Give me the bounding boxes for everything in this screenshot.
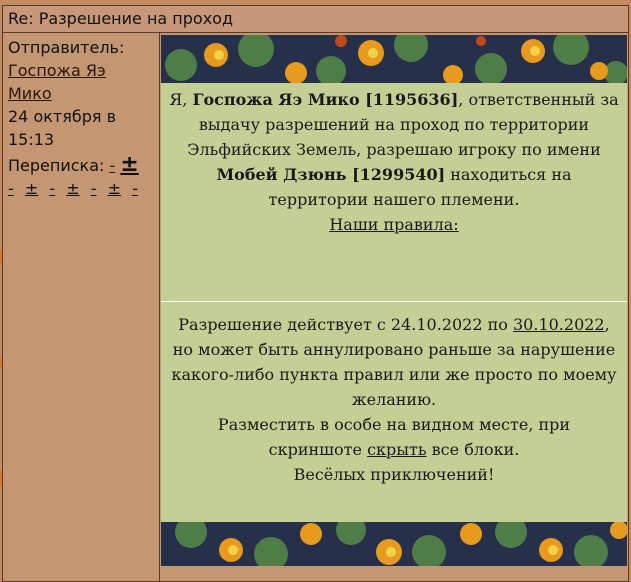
conversation-nav: - ± - ± - ± - (8, 177, 156, 200)
message-subject: Re: Разрешение на проход (3, 6, 628, 33)
flower-banner-top (161, 35, 627, 83)
conversation-label: Переписка: (8, 156, 105, 175)
message-date: 24 октября в 15:13 (8, 105, 156, 151)
conv-nav-link[interactable]: - (91, 179, 97, 198)
rules-link[interactable]: Наши правила: (167, 212, 621, 237)
conv-nav-link[interactable]: ± (25, 179, 38, 198)
hide-blocks-link[interactable]: скрыть (367, 440, 427, 459)
column-divider (159, 32, 160, 581)
player-name: Мобей Дзюнь [1299540] (216, 165, 446, 184)
message-card: Re: Разрешение на проход Отправитель: Го… (2, 5, 629, 582)
permit-validity-block: Разрешение действует с 24.10.2022 по 30.… (161, 302, 627, 522)
conversation-expand-link[interactable]: ± (120, 152, 138, 177)
date-line: 24 октября в (8, 107, 117, 126)
conversation-collapse-link[interactable]: - (109, 156, 115, 175)
message-sidebar: Отправитель: Госпожа Яэ Мико 24 октября … (8, 36, 156, 200)
sender-link[interactable]: Госпожа Яэ Мико (8, 59, 126, 105)
sender-label: Отправитель: (8, 38, 125, 57)
message-content: Я, Госпожа Яэ Мико [1195636], ответствен… (161, 35, 627, 579)
placement-text: все блоки. (426, 440, 520, 459)
permit-paragraph: Я, Госпожа Яэ Мико [1195636], ответствен… (167, 83, 621, 212)
flower-banner-bottom (161, 522, 627, 566)
nasturtium-flower-banner-icon (161, 522, 627, 566)
issuer-name: Госпожа Яэ Мико [1195636] (192, 90, 459, 109)
validity-text: Разрешение действует с 24.10.2022 по (178, 315, 513, 334)
nasturtium-flower-banner-icon (161, 35, 627, 83)
time-line: 15:13 (8, 130, 55, 149)
conversation-row: Переписка: - ± (8, 153, 156, 177)
conv-nav-link[interactable]: ± (108, 179, 121, 198)
conv-nav-link[interactable]: - (132, 179, 138, 198)
conv-nav-link[interactable]: - (49, 179, 55, 198)
permit-text-block: Я, Госпожа Яэ Мико [1195636], ответствен… (161, 83, 627, 303)
permit-text: Я, (169, 90, 193, 109)
conv-nav-link[interactable]: - (8, 179, 14, 198)
farewell-text: Весёлых приключений! (293, 465, 495, 484)
placement-paragraph: Разместить в особе на видном месте, при … (169, 412, 619, 462)
end-date-link[interactable]: 30.10.2022 (513, 315, 605, 334)
conv-nav-link[interactable]: ± (66, 179, 79, 198)
validity-paragraph: Разрешение действует с 24.10.2022 по 30.… (169, 312, 619, 412)
